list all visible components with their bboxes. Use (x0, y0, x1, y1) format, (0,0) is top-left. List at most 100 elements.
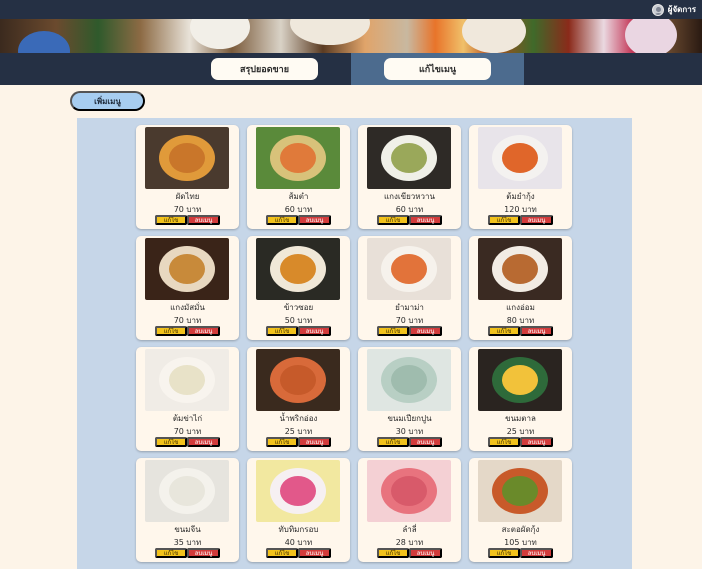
dish-food (280, 365, 316, 395)
add-menu-button[interactable]: เพิ่มเมนู (70, 91, 145, 111)
delete-menu-button[interactable]: ลบเมนู (187, 215, 220, 225)
menu-item-name: ส้มตำ (288, 192, 309, 201)
menu-item-name: ทับทิมกรอบ (278, 525, 319, 534)
delete-menu-button[interactable]: ลบเมนู (187, 548, 220, 558)
banner-plate (462, 19, 526, 53)
menu-item-name: น้ำพริกอ่อง (279, 414, 318, 423)
menu-card: แกงเขียวหวาน 60 บาท แก้ไข ลบเมนู (358, 125, 461, 229)
user-avatar-icon[interactable] (651, 3, 664, 16)
menu-item-price: 70 บาท (173, 316, 202, 325)
menu-card: ยำมาม่า 70 บาท แก้ไข ลบเมนู (358, 236, 461, 340)
delete-menu-button[interactable]: ลบเมนู (409, 437, 442, 447)
delete-menu-button[interactable]: ลบเมนู (298, 215, 331, 225)
edit-menu-button[interactable]: แก้ไข (266, 548, 298, 558)
delete-menu-button[interactable]: ลบเมนู (298, 437, 331, 447)
banner-plate (190, 19, 250, 49)
delete-menu-button[interactable]: ลบเมนู (187, 437, 220, 447)
menu-item-name: ต้มข่าไก่ (172, 414, 203, 423)
menu-item-image (478, 349, 562, 411)
top-bar: ผู้จัดการ (0, 0, 702, 19)
menu-grid-panel: ผัดไทย 70 บาท แก้ไข ลบเมนู ส้มตำ 60 บาท … (77, 118, 632, 569)
menu-card: ต้มข่าไก่ 70 บาท แก้ไข ลบเมนู (136, 347, 239, 451)
edit-menu-button[interactable]: แก้ไข (155, 437, 187, 447)
menu-item-price: 25 บาท (284, 427, 313, 436)
delete-menu-button[interactable]: ลบเมนู (409, 215, 442, 225)
edit-menu-button[interactable]: แก้ไข (266, 437, 298, 447)
delete-menu-button[interactable]: ลบเมนู (520, 215, 553, 225)
menu-card: ส้มตำ 60 บาท แก้ไข ลบเมนู (247, 125, 350, 229)
menu-item-image (256, 349, 340, 411)
edit-menu-button[interactable]: แก้ไข (488, 437, 520, 447)
dish-food (391, 476, 427, 506)
edit-menu-button[interactable]: แก้ไข (155, 326, 187, 336)
delete-menu-button[interactable]: ลบเมนู (298, 548, 331, 558)
menu-item-price: 50 บาท (284, 316, 313, 325)
delete-menu-button[interactable]: ลบเมนู (187, 326, 220, 336)
dish-food (280, 254, 316, 284)
menu-item-price: 40 บาท (284, 538, 313, 547)
delete-menu-button[interactable]: ลบเมนู (520, 548, 553, 558)
menu-item-name: ต้มยำกุ้ง (506, 192, 535, 201)
menu-item-price: 35 บาท (173, 538, 202, 547)
menu-item-name: ยำมาม่า (395, 303, 424, 312)
dish-food (391, 143, 427, 173)
dish-food (169, 143, 205, 173)
tab-sales-summary[interactable]: สรุปยอดขาย (211, 58, 318, 80)
menu-item-name: ผัดไทย (175, 192, 200, 201)
menu-item-image (478, 127, 562, 189)
menu-card: สะตอผัดกุ้ง 105 บาท แก้ไข ลบเมนู (469, 458, 572, 562)
edit-menu-button[interactable]: แก้ไข (377, 326, 409, 336)
delete-menu-button[interactable]: ลบเมนู (520, 326, 553, 336)
menu-item-price: 80 บาท (506, 316, 535, 325)
food-banner-image (0, 19, 702, 53)
user-menu[interactable]: ผู้จัดการ (651, 2, 696, 17)
edit-menu-button[interactable]: แก้ไข (488, 326, 520, 336)
dish-food (169, 365, 205, 395)
menu-item-name: แกงมัสมั่น (170, 303, 205, 312)
menu-card: ขนมจีน 35 บาท แก้ไข ลบเมนู (136, 458, 239, 562)
edit-menu-button[interactable]: แก้ไข (377, 437, 409, 447)
delete-menu-button[interactable]: ลบเมนู (298, 326, 331, 336)
edit-menu-button[interactable]: แก้ไข (377, 215, 409, 225)
menu-item-image (145, 460, 229, 522)
edit-menu-button[interactable]: แก้ไข (155, 548, 187, 558)
menu-card: ทับทิมกรอบ 40 บาท แก้ไข ลบเมนู (247, 458, 350, 562)
menu-item-image (367, 460, 451, 522)
delete-menu-button[interactable]: ลบเมนู (409, 548, 442, 558)
menu-item-price: 70 บาท (173, 205, 202, 214)
tab-bar: สรุปยอดขาย แก้ไขเมนู (0, 53, 702, 85)
dish-food (502, 254, 538, 284)
edit-menu-button[interactable]: แก้ไข (266, 326, 298, 336)
menu-card: น้ำพริกอ่อง 25 บาท แก้ไข ลบเมนู (247, 347, 350, 451)
menu-card: ขนมตาล 25 บาท แก้ไข ลบเมนู (469, 347, 572, 451)
edit-menu-button[interactable]: แก้ไข (266, 215, 298, 225)
dish-food (391, 254, 427, 284)
menu-card: ลำลี่ 28 บาท แก้ไข ลบเมนู (358, 458, 461, 562)
edit-menu-button[interactable]: แก้ไข (155, 215, 187, 225)
banner-plate (18, 31, 70, 53)
user-name[interactable]: ผู้จัดการ (668, 3, 696, 16)
menu-card: แกงมัสมั่น 70 บาท แก้ไข ลบเมนู (136, 236, 239, 340)
dish-food (502, 476, 538, 506)
delete-menu-button[interactable]: ลบเมนู (520, 437, 553, 447)
menu-item-price: 70 บาท (395, 316, 424, 325)
menu-item-image (145, 127, 229, 189)
menu-item-name: ข้าวซอย (283, 303, 314, 312)
menu-item-image (256, 460, 340, 522)
dish-food (502, 365, 538, 395)
edit-menu-button[interactable]: แก้ไข (488, 548, 520, 558)
menu-card: ผัดไทย 70 บาท แก้ไข ลบเมนู (136, 125, 239, 229)
edit-menu-button[interactable]: แก้ไข (488, 215, 520, 225)
menu-item-price: 60 บาท (284, 205, 313, 214)
menu-item-name: ลำลี่ (402, 525, 417, 534)
banner-plate (625, 19, 677, 53)
menu-item-price: 120 บาท (504, 205, 537, 214)
menu-item-name: ขนมจีน (174, 525, 201, 534)
menu-item-name: สะตอผัดกุ้ง (501, 525, 540, 534)
menu-item-price: 28 บาท (395, 538, 424, 547)
dish-food (169, 476, 205, 506)
menu-item-price: 60 บาท (395, 205, 424, 214)
tab-edit-menu[interactable]: แก้ไขเมนู (384, 58, 491, 80)
delete-menu-button[interactable]: ลบเมนู (409, 326, 442, 336)
edit-menu-button[interactable]: แก้ไข (377, 548, 409, 558)
